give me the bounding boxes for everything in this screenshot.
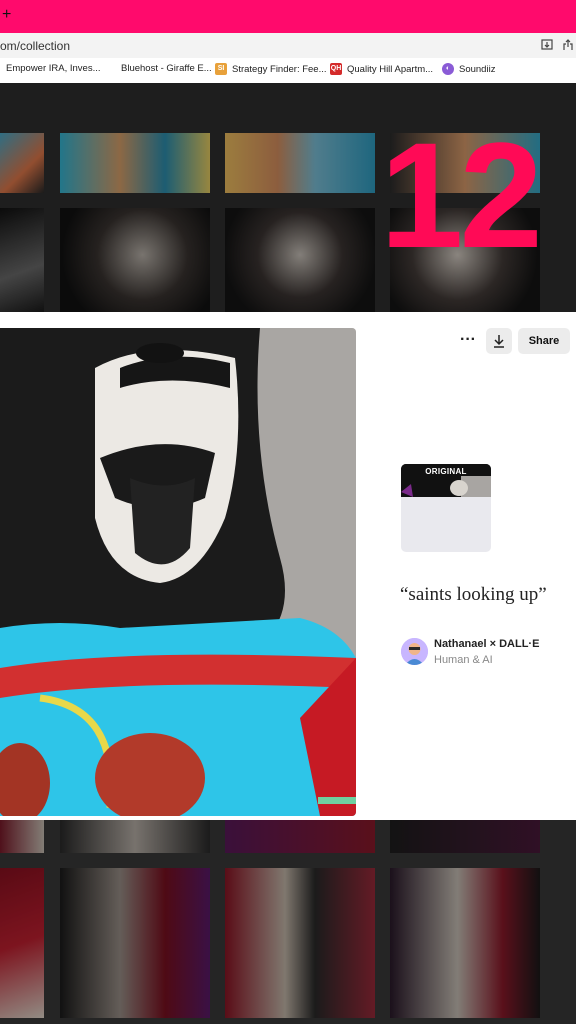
more-options-button[interactable]: ··· xyxy=(458,326,478,354)
collection-grid-bottom xyxy=(0,820,576,1024)
collection-thumbnail[interactable] xyxy=(60,133,210,193)
image-detail-panel xyxy=(0,312,576,820)
collection-thumbnail[interactable] xyxy=(60,820,210,853)
bookmarks-bar: Empower IRA, Inves... Bluehost - Giraffe… xyxy=(0,58,576,84)
generated-image[interactable] xyxy=(0,328,356,816)
collection-thumbnail[interactable] xyxy=(225,133,375,193)
bookmark-strategy-finder[interactable]: SI Strategy Finder: Fee... xyxy=(215,63,327,75)
collection-thumbnail[interactable] xyxy=(225,208,375,312)
bookmark-soundiiz[interactable]: ◐ Soundiiz xyxy=(442,63,495,75)
collection-thumbnail[interactable] xyxy=(0,208,44,312)
collection-thumbnail[interactable] xyxy=(225,820,375,853)
url-text[interactable]: om/collection xyxy=(0,39,70,53)
author-name[interactable]: Nathanael × DALL·E xyxy=(434,638,539,650)
collection-thumbnail[interactable] xyxy=(390,868,540,1018)
share-page-icon[interactable] xyxy=(561,38,575,52)
download-icon xyxy=(494,335,504,348)
saint-painting xyxy=(0,328,356,816)
user-avatar-image xyxy=(401,638,428,665)
collection-thumbnail[interactable] xyxy=(390,820,540,853)
bookmark-bluehost[interactable]: Bluehost - Giraffe E... xyxy=(121,63,212,74)
original-label: ORIGINAL xyxy=(425,467,467,476)
collection-thumbnail[interactable] xyxy=(60,208,210,312)
original-image-card[interactable]: ORIGINAL xyxy=(401,464,491,552)
collection-thumbnail[interactable] xyxy=(0,820,44,853)
collection-thumbnail[interactable] xyxy=(225,868,375,1018)
soundiiz-icon: ◐ xyxy=(442,63,454,75)
collection-thumbnail[interactable] xyxy=(0,133,44,193)
install-icon[interactable] xyxy=(540,38,554,52)
new-tab-button[interactable]: + xyxy=(2,7,11,23)
browser-tab-strip: + xyxy=(0,0,576,33)
strategy-finder-icon: SI xyxy=(215,63,227,75)
quality-hill-icon: QH xyxy=(330,63,342,75)
author-subtitle: Human & AI xyxy=(434,654,493,666)
collection-thumbnail[interactable] xyxy=(0,868,44,1018)
prompt-text: “saints looking up” xyxy=(400,584,547,605)
share-button[interactable]: Share xyxy=(518,328,570,354)
bookmark-quality-hill[interactable]: QH Quality Hill Apartm... xyxy=(330,63,433,75)
bookmark-empower[interactable]: Empower IRA, Inves... xyxy=(6,63,101,74)
download-button[interactable] xyxy=(486,328,512,354)
address-bar[interactable]: om/collection xyxy=(0,33,576,59)
avatar[interactable] xyxy=(401,638,428,665)
collection-thumbnail[interactable] xyxy=(60,868,210,1018)
annotation-number: 12 xyxy=(380,111,543,279)
